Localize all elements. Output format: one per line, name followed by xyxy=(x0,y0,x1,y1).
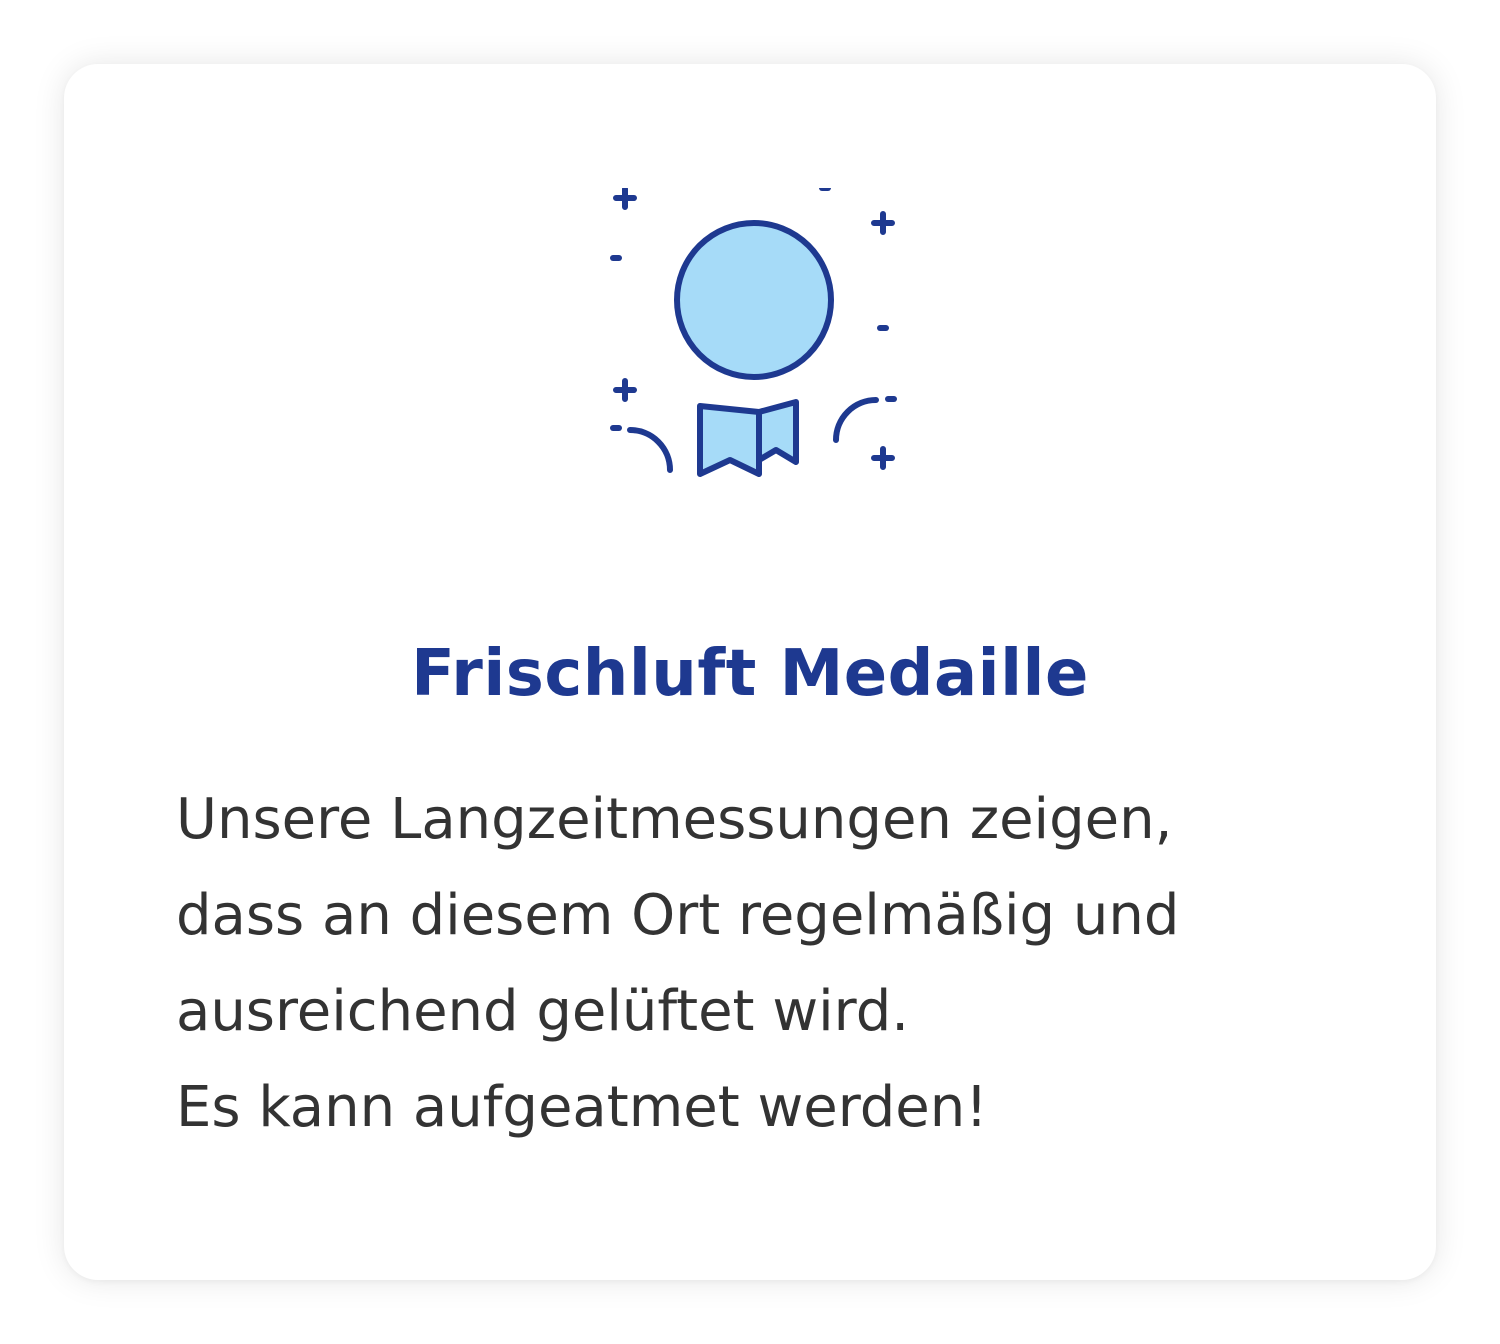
description-line: dass an diesem Ort regelmäßig und xyxy=(176,883,1180,948)
medal-award-icon xyxy=(610,188,897,477)
badge-title: Frischluft Medaille xyxy=(411,637,1089,711)
description-line: ausreichend gelüftet wird. xyxy=(176,979,910,1044)
description-line: Unsere Langzeitmessungen zeigen, xyxy=(176,787,1173,852)
badge-description: Unsere Langzeitmessungen zeigen, dass an… xyxy=(176,772,1376,1156)
badge-card: Frischluft Medaille Unsere Langzeitmessu… xyxy=(64,64,1436,1280)
description-line: Es kann aufgeatmet werden! xyxy=(176,1075,988,1140)
